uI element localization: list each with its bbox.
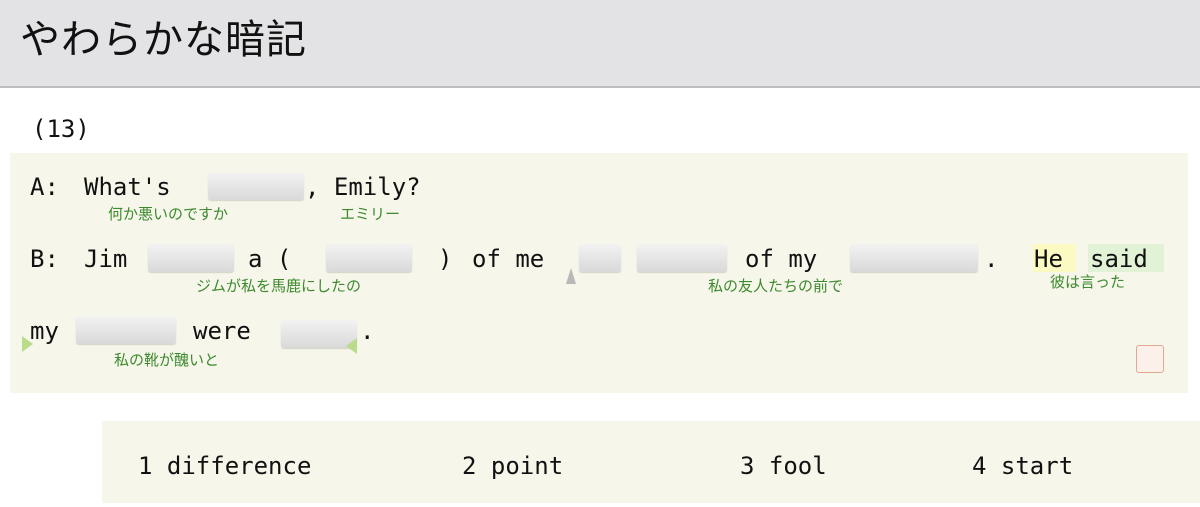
word-he: He [1034, 245, 1063, 273]
word-close-paren: ) [438, 245, 453, 273]
app-window: やわらかな暗記 (13) A: What's , Emily? 何か悪いのですか… [0, 0, 1200, 507]
gloss-c1: 私の靴が醜いと [114, 351, 220, 369]
header-bar: やわらかな暗記 [0, 0, 1200, 88]
range-end-marker-icon [346, 338, 357, 354]
gloss-b2: 私の友人たちの前で [708, 277, 844, 295]
blank-b5[interactable] [850, 244, 978, 272]
seal-stamp-icon [1136, 345, 1164, 373]
word-period-b: . [984, 245, 999, 273]
question-number: (13) [32, 115, 90, 143]
choice-2[interactable]: 2 point [462, 451, 563, 481]
word-a-paren: a ( [248, 245, 292, 273]
blank-a1[interactable] [208, 173, 304, 200]
blank-b1[interactable] [148, 244, 234, 272]
app-title: やわらかな暗記 [20, 17, 307, 63]
choice-4[interactable]: 4 start [972, 451, 1073, 481]
choice-1[interactable]: 1 difference [138, 451, 311, 481]
choices-panel: 1 difference 2 point 3 fool 4 start [102, 421, 1200, 503]
word-period-c: . [360, 317, 375, 345]
gloss-a2: エミリー [340, 205, 401, 223]
gloss-b3: 彼は言った [1050, 273, 1126, 291]
choice-3[interactable]: 3 fool [740, 451, 827, 481]
word-my: my [30, 317, 59, 345]
word-jim: Jim [84, 245, 128, 273]
gloss-a1: 何か悪いのですか [108, 205, 229, 223]
speaker-b: B: [30, 245, 59, 273]
blank-c1[interactable] [76, 316, 176, 344]
blank-b3[interactable] [579, 244, 621, 272]
word-were: were [193, 317, 251, 345]
word-of-my: of my [745, 245, 818, 273]
blank-b4[interactable] [637, 244, 727, 272]
word-emily: , Emily? [305, 173, 421, 201]
blank-b2[interactable] [326, 244, 412, 272]
gloss-b1: ジムが私を馬鹿にしたの [196, 277, 362, 295]
caret-marker-icon [566, 268, 576, 284]
speaker-a: A: [30, 173, 59, 201]
word-said: said [1090, 245, 1148, 273]
word-whats: What's [84, 173, 171, 201]
word-of-me: of me [472, 245, 545, 273]
